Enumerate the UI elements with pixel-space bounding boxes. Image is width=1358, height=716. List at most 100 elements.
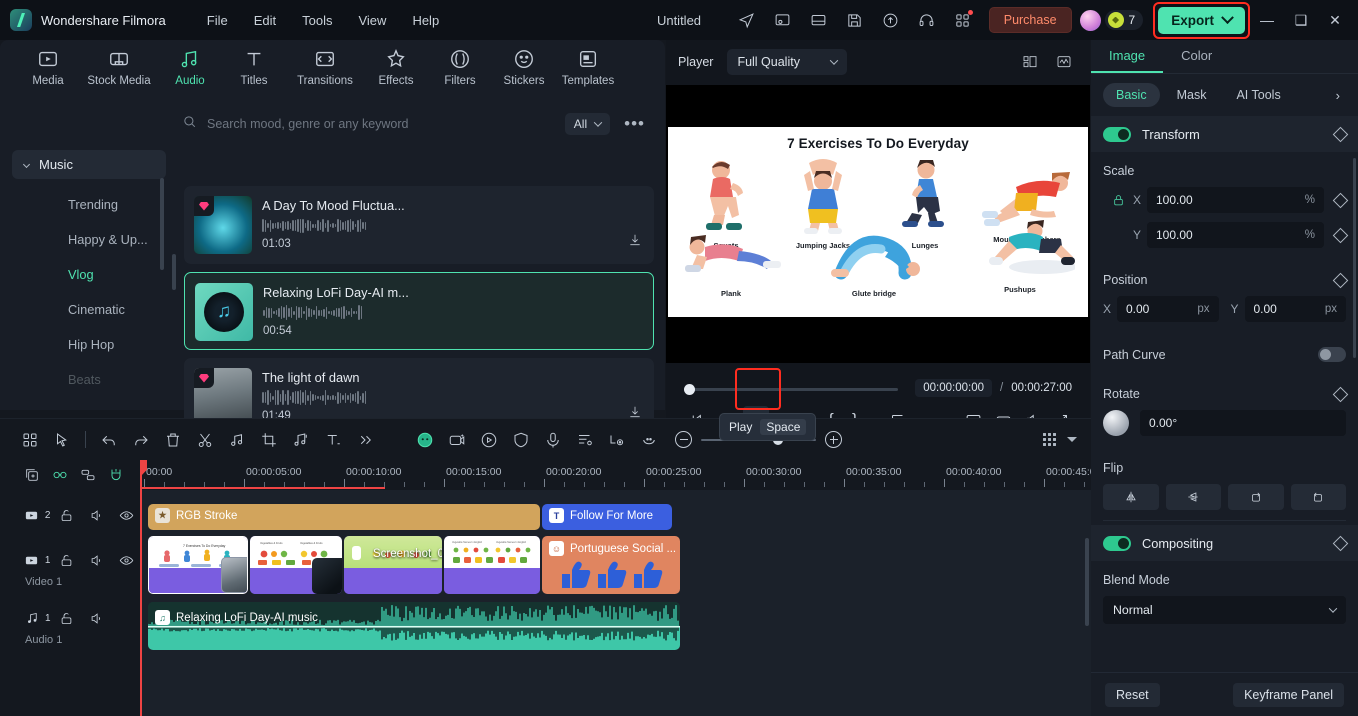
category-hip-hop[interactable]: Hip Hop (0, 327, 178, 362)
audio-detach-icon[interactable] (221, 425, 253, 455)
table-row[interactable]: 7 Exercises To Do Everyday (148, 536, 248, 594)
list-item[interactable]: ♫ Relaxing LoFi Day-AI m... 00:54 (184, 272, 654, 350)
timeline-area[interactable]: 00:00 00:00:05:00 00:00:10:00 00:00:15:00 00… (140, 460, 1091, 716)
menu-view[interactable]: View (345, 9, 399, 32)
category-vlog[interactable]: Vlog (0, 257, 178, 292)
send-icon[interactable] (732, 5, 762, 35)
nav-titles[interactable]: Titles (222, 48, 286, 100)
subtab-ai-tools[interactable]: AI Tools (1223, 83, 1293, 107)
nav-media[interactable]: Media (16, 48, 80, 100)
keyframe-diamond-icon[interactable] (1332, 386, 1349, 402)
category-cinematic[interactable]: Cinematic (0, 292, 178, 327)
flip-vertical-icon[interactable] (1165, 484, 1221, 510)
zoom-in-icon[interactable] (825, 431, 842, 448)
export-button[interactable]: Export (1158, 6, 1245, 34)
category-happy-upbeat[interactable]: Happy & Up... (0, 222, 178, 257)
mute-icon[interactable] (83, 605, 111, 631)
zoom-out-icon[interactable] (675, 431, 692, 448)
playhead[interactable] (140, 460, 147, 716)
clip-audio-relaxing-lofi[interactable]: ♫ Relaxing LoFi Day-AI music (148, 602, 680, 650)
keyframe-panel-button[interactable]: Keyframe Panel (1233, 682, 1344, 707)
tab-image[interactable]: Image (1091, 40, 1164, 73)
path-curve-toggle[interactable] (1318, 347, 1346, 362)
pos-y-input[interactable] (1253, 302, 1319, 316)
microphone-icon[interactable] (537, 425, 569, 455)
scale-y-field[interactable]: % (1147, 222, 1324, 248)
mute-icon[interactable] (82, 547, 110, 573)
menu-help[interactable]: Help (399, 9, 452, 32)
rotate-dial[interactable] (1103, 410, 1129, 436)
apps-grid-icon[interactable] (948, 5, 978, 35)
audio-adjust-icon[interactable] (285, 425, 317, 455)
text-icon[interactable] (317, 425, 349, 455)
minimize-button[interactable]: — (1250, 0, 1284, 40)
nav-audio[interactable]: Audio (158, 48, 222, 100)
compositing-toggle[interactable] (1103, 535, 1131, 551)
restore-button[interactable]: ❑ (1284, 0, 1318, 40)
ai-mask-icon[interactable] (409, 425, 441, 455)
timeline-ruler[interactable]: 00:00 00:00:05:00 00:00:10:00 00:00:15:00 00… (140, 460, 1091, 490)
blend-mode-select[interactable]: Normal (1103, 596, 1346, 624)
headset-support-icon[interactable] (912, 5, 942, 35)
subtab-basic[interactable]: Basic (1103, 83, 1160, 107)
link-icon[interactable] (48, 463, 72, 487)
category-trending[interactable]: Trending (0, 187, 178, 222)
flip-horizontal-icon[interactable] (1103, 484, 1159, 510)
pos-x-field[interactable]: px (1117, 296, 1219, 322)
rotate-left-icon[interactable] (1290, 484, 1346, 510)
scale-x-field[interactable]: % (1147, 187, 1324, 213)
shield-icon[interactable] (505, 425, 537, 455)
category-beats[interactable]: Beats (0, 362, 178, 397)
mute-icon[interactable] (82, 502, 110, 528)
redo-icon[interactable] (125, 425, 157, 455)
eye-icon[interactable] (112, 547, 140, 573)
preview-canvas[interactable]: 7 Exercises To Do Everyday Jumping Jacks… (668, 127, 1088, 317)
clip-manager-icon[interactable] (14, 425, 46, 455)
keyframe-diamond-icon[interactable] (1332, 126, 1349, 142)
avatar[interactable] (1079, 9, 1101, 31)
crop-icon[interactable] (253, 425, 285, 455)
category-header[interactable]: Music (12, 150, 166, 179)
audio-list-scrollbar[interactable] (172, 254, 176, 290)
keyframe-diamond-icon[interactable] (1332, 535, 1349, 551)
ai-audio-icon[interactable] (473, 425, 505, 455)
download-icon[interactable] (628, 233, 642, 252)
close-button[interactable]: ✕ (1318, 0, 1352, 40)
pos-x-input[interactable] (1126, 302, 1192, 316)
menu-edit[interactable]: Edit (241, 9, 289, 32)
grid-view-icon[interactable] (1043, 433, 1056, 446)
rotate-right-icon[interactable] (1228, 484, 1284, 510)
transform-toggle[interactable] (1103, 126, 1131, 142)
smart-edit-icon[interactable] (633, 425, 665, 455)
lock-icon[interactable] (52, 502, 80, 528)
category-scrollbar[interactable] (160, 178, 164, 270)
clip-portuguese-social[interactable]: ☺ Portuguese Social ... (542, 536, 680, 594)
delete-icon[interactable] (157, 425, 189, 455)
keyframe-diamond-icon[interactable] (1332, 192, 1349, 208)
auto-arrange-icon[interactable] (76, 463, 100, 487)
properties-scrollbar[interactable] (1353, 158, 1356, 358)
select-cursor-icon[interactable] (46, 425, 78, 455)
table-row[interactable]: Vegetable Names In English Vegetable Nam… (444, 536, 540, 594)
marker-eye-icon[interactable] (601, 425, 633, 455)
waveform-icon[interactable] (1050, 49, 1078, 75)
purchase-button[interactable]: Purchase (988, 7, 1072, 33)
audio-mixer-icon[interactable] (569, 425, 601, 455)
search-input[interactable] (207, 117, 565, 131)
layout-grid-icon[interactable] (1016, 49, 1044, 75)
table-row[interactable]: Vegetables & Fruits Vegetables & Fruits (250, 536, 342, 594)
more-chevrons-icon[interactable] (349, 425, 381, 455)
keyframe-diamond-icon[interactable] (1332, 272, 1349, 288)
scale-y-input[interactable] (1156, 228, 1299, 242)
undo-icon[interactable] (93, 425, 125, 455)
split-scissors-icon[interactable] (189, 425, 221, 455)
seek-handle[interactable] (684, 384, 695, 395)
current-time[interactable]: 00:00:00:00 (915, 379, 993, 397)
save-icon[interactable] (840, 5, 870, 35)
clip-follow-for-more[interactable]: T Follow For More (542, 504, 672, 530)
import-screen-icon[interactable] (768, 5, 798, 35)
credits-badge[interactable]: 7 (1104, 10, 1144, 30)
nav-stickers[interactable]: Stickers (492, 48, 556, 100)
nav-templates[interactable]: Templates (556, 48, 620, 100)
lock-icon[interactable] (53, 605, 81, 631)
